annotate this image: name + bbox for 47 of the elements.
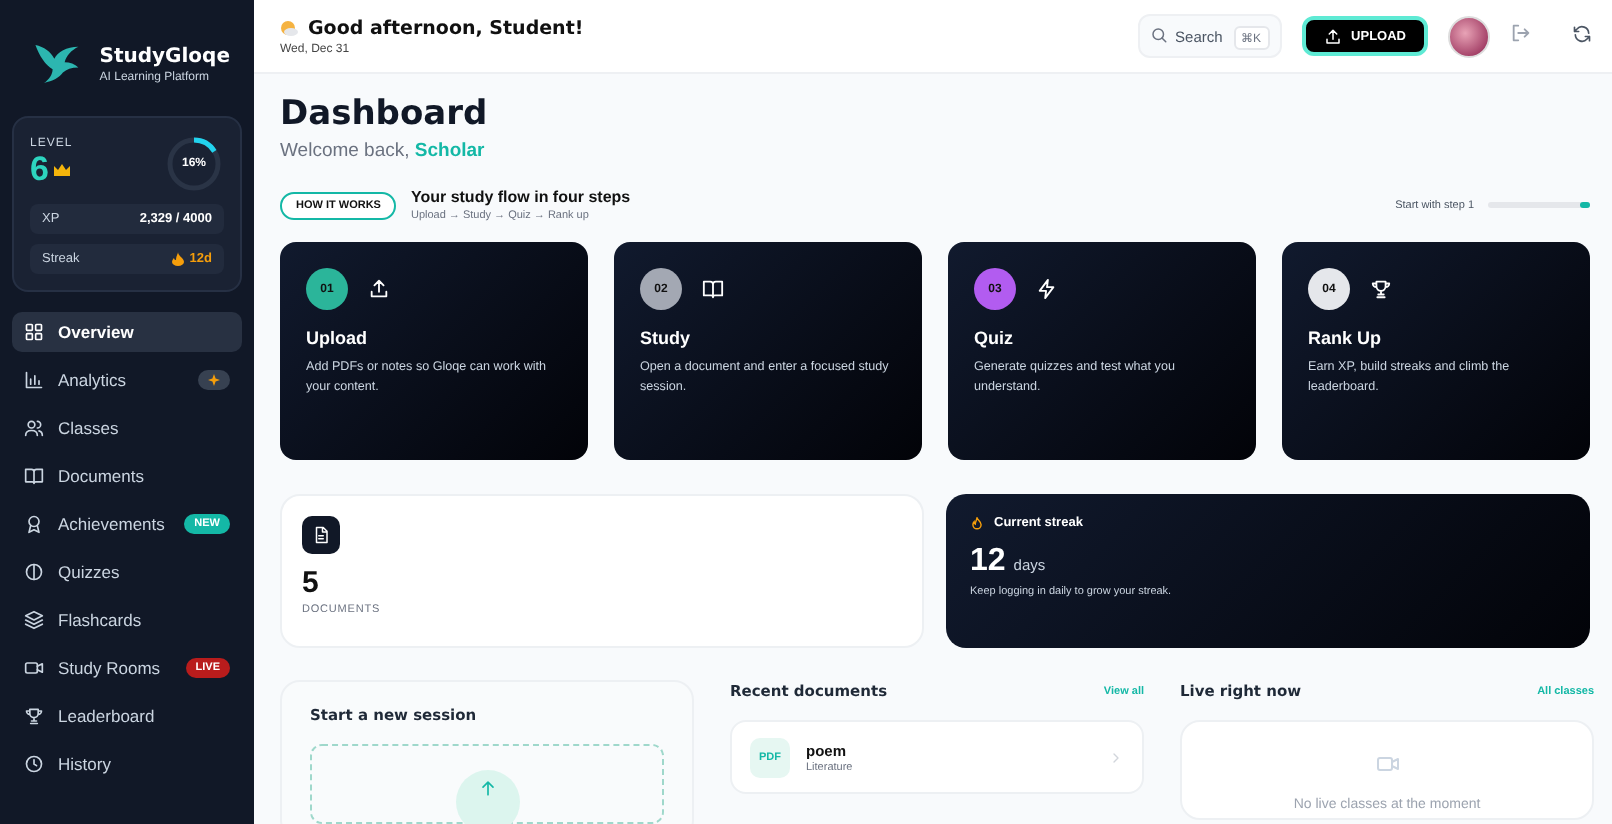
clock-icon bbox=[24, 754, 44, 774]
flow-title: Your study flow in four steps bbox=[410, 188, 631, 206]
sidebar-item[interactable]: Leaderboard bbox=[12, 696, 242, 736]
refresh-icon bbox=[1572, 24, 1592, 44]
sparkle-icon bbox=[208, 374, 220, 386]
sidebar-item[interactable]: Quizzes bbox=[12, 552, 242, 592]
bar-chart-icon bbox=[24, 370, 44, 390]
sidebar-item[interactable]: Flashcards bbox=[12, 600, 242, 640]
users-icon bbox=[24, 418, 44, 438]
layers-icon bbox=[24, 610, 44, 630]
grid-icon bbox=[24, 322, 44, 342]
upload-icon bbox=[368, 278, 390, 300]
sidebar-item[interactable]: Analytics bbox=[12, 360, 242, 400]
sidebar-item[interactable]: Classes bbox=[12, 408, 242, 448]
documents-count: 5 bbox=[302, 566, 321, 600]
logout-icon bbox=[1510, 22, 1532, 44]
step-title: Study bbox=[640, 328, 693, 348]
half-circle-icon bbox=[24, 562, 44, 582]
flame-icon bbox=[171, 252, 184, 266]
document-icon bbox=[312, 526, 330, 544]
sun-cloud-icon bbox=[280, 20, 298, 36]
user-avatar[interactable] bbox=[1448, 15, 1490, 57]
welcome-text: Welcome back, Scholar bbox=[280, 140, 487, 162]
upload-icon bbox=[1323, 27, 1342, 45]
greeting: Good afternoon, Student! bbox=[308, 17, 584, 39]
step-title: Quiz bbox=[974, 328, 1015, 348]
trophy-icon bbox=[1370, 278, 1392, 300]
streak-count: 12 bbox=[970, 544, 1006, 580]
trophy-icon bbox=[24, 706, 44, 726]
sidebar-item[interactable]: Documents bbox=[12, 456, 242, 496]
arrow-up-icon bbox=[477, 778, 497, 798]
book-icon bbox=[702, 278, 724, 300]
crown-icon bbox=[54, 164, 71, 176]
page-title: Dashboard bbox=[280, 94, 490, 134]
level-number: 6 bbox=[30, 150, 49, 190]
flame-icon bbox=[970, 514, 984, 532]
book-icon bbox=[24, 466, 44, 486]
brand-name: StudyGloqe bbox=[99, 45, 230, 67]
video-camera-icon bbox=[1375, 752, 1399, 776]
medal-icon bbox=[24, 514, 44, 534]
step-title: Rank Up bbox=[1308, 328, 1384, 348]
video-camera-icon bbox=[24, 658, 44, 678]
step-title: Upload bbox=[306, 328, 369, 348]
sidebar-item[interactable]: History bbox=[12, 744, 242, 784]
sidebar-item[interactable]: Overview bbox=[12, 312, 242, 352]
chevron-right-icon bbox=[1108, 749, 1124, 765]
lightning-icon bbox=[1036, 278, 1058, 300]
